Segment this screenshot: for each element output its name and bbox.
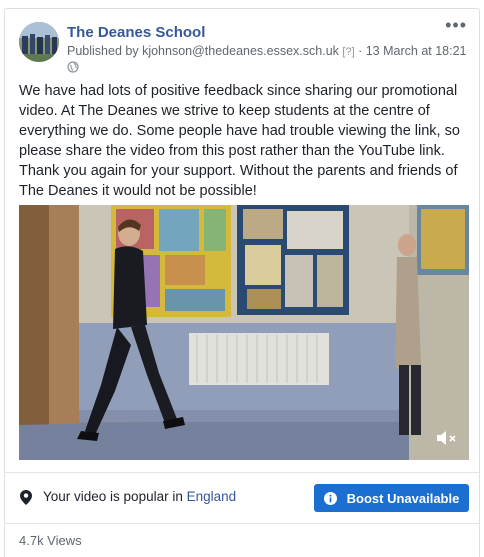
divider xyxy=(5,523,479,524)
post-timestamp[interactable]: 13 March at 18:21 xyxy=(366,44,467,58)
meta-separator: · xyxy=(354,44,366,58)
globe-icon[interactable] xyxy=(67,61,79,73)
popular-prefix: Your video is popular in xyxy=(43,489,187,504)
post-header: The Deanes School Published by kjohnson@… xyxy=(5,9,479,77)
page-name-link[interactable]: The Deanes School xyxy=(67,24,205,41)
avatar[interactable] xyxy=(19,22,59,62)
region-link[interactable]: England xyxy=(187,489,237,504)
publisher-link[interactable]: kjohnson@thedeanes.essex.sch.uk xyxy=(142,44,339,58)
post-meta: Published by kjohnson@thedeanes.essex.sc… xyxy=(67,44,467,58)
speaker-muted-icon[interactable] xyxy=(435,428,459,448)
video-frame xyxy=(19,205,469,460)
boost-label: Boost Unavailable xyxy=(346,490,460,506)
post-card: The Deanes School Published by kjohnson@… xyxy=(4,8,480,557)
popular-row: Your video is popular in England Boost U… xyxy=(5,473,479,523)
boost-button[interactable]: Boost Unavailable xyxy=(314,484,469,512)
location-pin-icon xyxy=(20,490,32,505)
published-by-label: Published by xyxy=(67,44,143,58)
popular-text: Your video is popular in England xyxy=(43,489,236,504)
help-marker[interactable]: [?] xyxy=(342,46,354,58)
post-text: We have had lots of positive feedback si… xyxy=(19,83,460,199)
more-horizontal-icon[interactable]: ••• xyxy=(445,16,467,34)
video-player[interactable] xyxy=(19,205,469,460)
info-icon xyxy=(323,491,337,505)
views-count[interactable]: 4.7k Views xyxy=(19,533,82,548)
